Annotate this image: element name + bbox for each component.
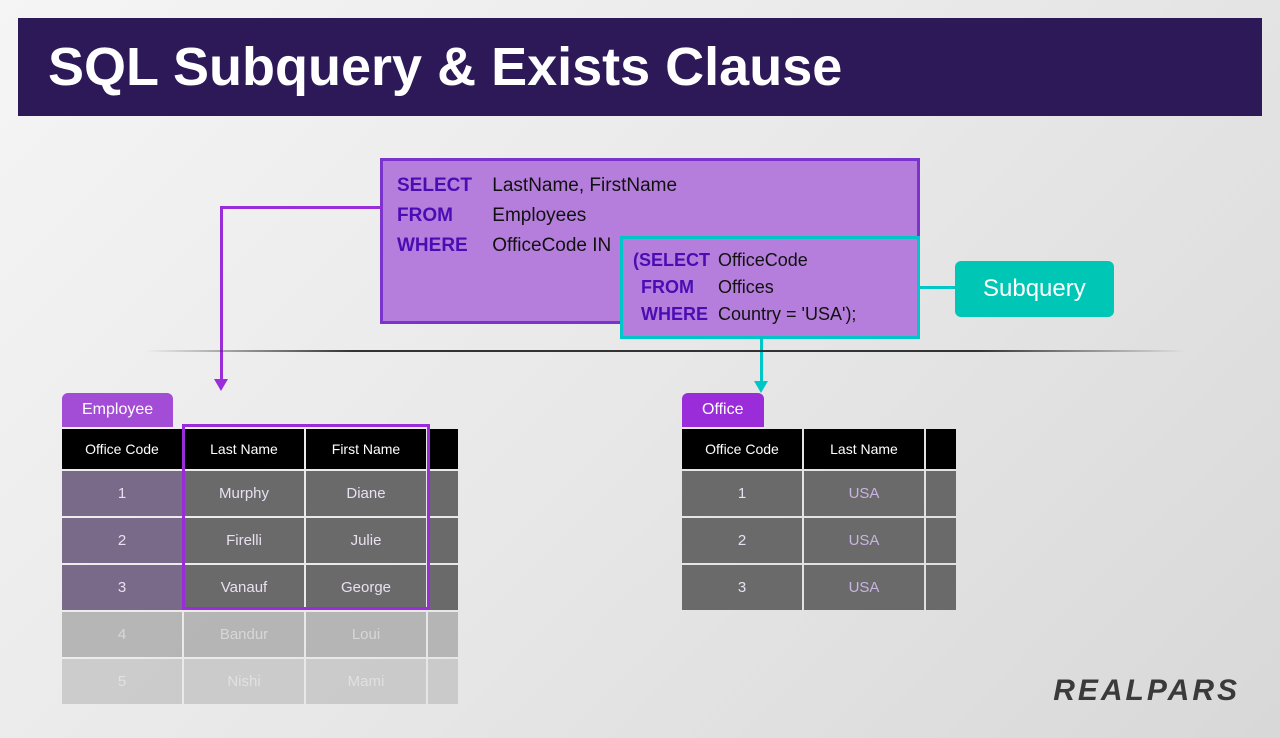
cell: USA bbox=[804, 565, 924, 610]
th-last-name: Last Name bbox=[184, 429, 304, 469]
cell bbox=[428, 518, 458, 563]
cell: 1 bbox=[62, 471, 182, 516]
table-row: 2 USA bbox=[682, 518, 956, 563]
cell: USA bbox=[804, 471, 924, 516]
employee-table: Office Code Last Name First Name 1 Murph… bbox=[60, 427, 460, 706]
teal-arrow-head bbox=[754, 381, 768, 393]
cell: Nishi bbox=[184, 659, 304, 704]
table-row: 1 USA bbox=[682, 471, 956, 516]
sub-val-where: Country = 'USA'); bbox=[718, 304, 856, 324]
val-where: OfficeCode IN bbox=[492, 235, 611, 256]
cell: 1 bbox=[682, 471, 802, 516]
th-office-code: Office Code bbox=[62, 429, 182, 469]
employee-tab: Employee bbox=[62, 393, 173, 427]
logo: REALPARS bbox=[1053, 674, 1240, 708]
cell: 4 bbox=[62, 612, 182, 657]
cell bbox=[428, 565, 458, 610]
th-blank bbox=[926, 429, 956, 469]
cell: 3 bbox=[682, 565, 802, 610]
cell bbox=[428, 612, 458, 657]
cell: 5 bbox=[62, 659, 182, 704]
sub-kw-where: WHERE bbox=[633, 304, 713, 325]
table-row: 5 Nishi Mami bbox=[62, 659, 458, 704]
purple-arrow-vline bbox=[220, 206, 223, 381]
th-blank bbox=[428, 429, 458, 469]
sub-kw-from: FROM bbox=[633, 277, 713, 298]
office-table: Office Code Last Name 1 USA 2 USA 3 USA bbox=[680, 427, 958, 612]
table-row: 3 Vanauf George bbox=[62, 565, 458, 610]
table-header-row: Office Code Last Name bbox=[682, 429, 956, 469]
table-header-row: Office Code Last Name First Name bbox=[62, 429, 458, 469]
th-office-code: Office Code bbox=[682, 429, 802, 469]
purple-arrow-hline bbox=[220, 206, 381, 209]
cell: Bandur bbox=[184, 612, 304, 657]
cell: 2 bbox=[682, 518, 802, 563]
divider-line bbox=[145, 350, 1185, 352]
table-row: 1 Murphy Diane bbox=[62, 471, 458, 516]
cell bbox=[926, 471, 956, 516]
table-row: 4 Bandur Loui bbox=[62, 612, 458, 657]
teal-arrow-line bbox=[760, 338, 763, 383]
kw-select: SELECT bbox=[397, 175, 487, 197]
connector-line bbox=[920, 286, 955, 289]
kw-from: FROM bbox=[397, 205, 487, 227]
cell bbox=[926, 565, 956, 610]
employee-table-container: Employee Office Code Last Name First Nam… bbox=[60, 393, 460, 706]
th-first-name: First Name bbox=[306, 429, 426, 469]
cell bbox=[428, 471, 458, 516]
page-title: SQL Subquery & Exists Clause bbox=[18, 18, 1262, 116]
purple-arrow-head bbox=[214, 379, 228, 391]
cell: 3 bbox=[62, 565, 182, 610]
val-from: Employees bbox=[492, 205, 586, 226]
table-row: 2 Firelli Julie bbox=[62, 518, 458, 563]
cell: Vanauf bbox=[184, 565, 304, 610]
cell: Julie bbox=[306, 518, 426, 563]
cell: USA bbox=[804, 518, 924, 563]
cell: Diane bbox=[306, 471, 426, 516]
office-table-container: Office Office Code Last Name 1 USA 2 USA… bbox=[680, 393, 958, 612]
sub-val-select: OfficeCode bbox=[718, 250, 808, 270]
cell bbox=[428, 659, 458, 704]
cell: George bbox=[306, 565, 426, 610]
sub-val-from: Offices bbox=[718, 277, 774, 297]
cell: Murphy bbox=[184, 471, 304, 516]
office-tab: Office bbox=[682, 393, 764, 427]
cell bbox=[926, 518, 956, 563]
val-select: LastName, FirstName bbox=[492, 175, 677, 196]
th-last-name: Last Name bbox=[804, 429, 924, 469]
sub-kw-select: (SELECT bbox=[633, 250, 713, 271]
subquery-label: Subquery bbox=[955, 261, 1114, 317]
cell: Firelli bbox=[184, 518, 304, 563]
subquery-box: (SELECT OfficeCode FROM Offices WHERE Co… bbox=[620, 236, 920, 339]
kw-where: WHERE bbox=[397, 235, 487, 257]
cell: Loui bbox=[306, 612, 426, 657]
cell: Mami bbox=[306, 659, 426, 704]
table-row: 3 USA bbox=[682, 565, 956, 610]
cell: 2 bbox=[62, 518, 182, 563]
